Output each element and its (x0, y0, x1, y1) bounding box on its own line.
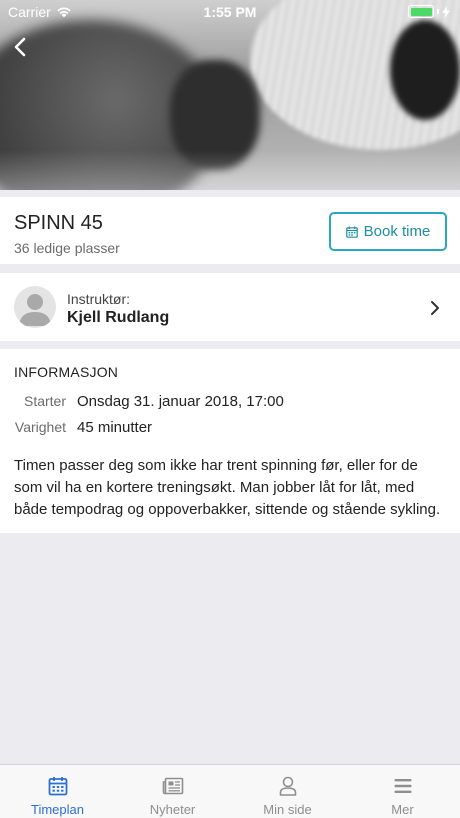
newspaper-icon (162, 777, 183, 795)
class-summary-card: SPINN 45 36 ledige plasser Book time (0, 197, 460, 264)
tab-bar: Timeplan Nyheter Min side Mer (0, 764, 460, 818)
tab-label: Mer (391, 802, 414, 817)
tab-mer[interactable]: Mer (345, 765, 460, 818)
charging-icon (442, 5, 450, 18)
instructor-label: Instruktør: (67, 291, 131, 307)
instructor-name: Kjell Rudlang (67, 309, 170, 326)
instructor-row[interactable]: Instruktør: Kjell Rudlang (0, 273, 460, 341)
duration-row: Varighet 45 minutter (0, 419, 460, 439)
start-label: Starter (23, 393, 66, 409)
battery-icon (408, 5, 434, 18)
tab-nyheter[interactable]: Nyheter (115, 765, 230, 818)
status-time: 1:55 PM (203, 4, 257, 20)
book-button[interactable]: Book time (329, 212, 447, 251)
back-button[interactable] (8, 34, 32, 60)
tab-timeplan[interactable]: Timeplan (0, 765, 115, 818)
information-heading: INFORMASJON (14, 364, 119, 380)
book-button-label: Book time (363, 223, 431, 240)
tab-label: Min side (263, 802, 312, 817)
duration-label: Varighet (14, 419, 66, 435)
duration-value: 45 minutter (77, 419, 153, 436)
class-hero-image (0, 0, 460, 190)
tab-label: Timeplan (31, 802, 84, 817)
battery-indicator (408, 5, 450, 18)
class-title: SPINN 45 (14, 212, 103, 234)
person-placeholder-icon (19, 294, 51, 326)
person-icon (279, 776, 296, 796)
available-spots: 36 ledige plasser (14, 240, 120, 256)
tab-min-side[interactable]: Min side (230, 765, 345, 818)
status-bar: Carrier 1:55 PM (0, 0, 460, 24)
start-value: Onsdag 31. januar 2018, 17:00 (77, 393, 284, 410)
information-section: INFORMASJON Starter Onsdag 31. januar 20… (0, 349, 460, 533)
start-row: Starter Onsdag 31. januar 2018, 17:00 (0, 393, 460, 413)
avatar (14, 286, 56, 328)
chevron-left-icon (14, 37, 26, 57)
menu-icon (394, 779, 411, 793)
chevron-right-icon (431, 301, 439, 315)
calendar-icon (48, 777, 67, 796)
class-description: Timen passer deg som ikke har trent spin… (14, 457, 441, 518)
calendar-icon (345, 226, 358, 238)
tab-label: Nyheter (149, 802, 196, 817)
